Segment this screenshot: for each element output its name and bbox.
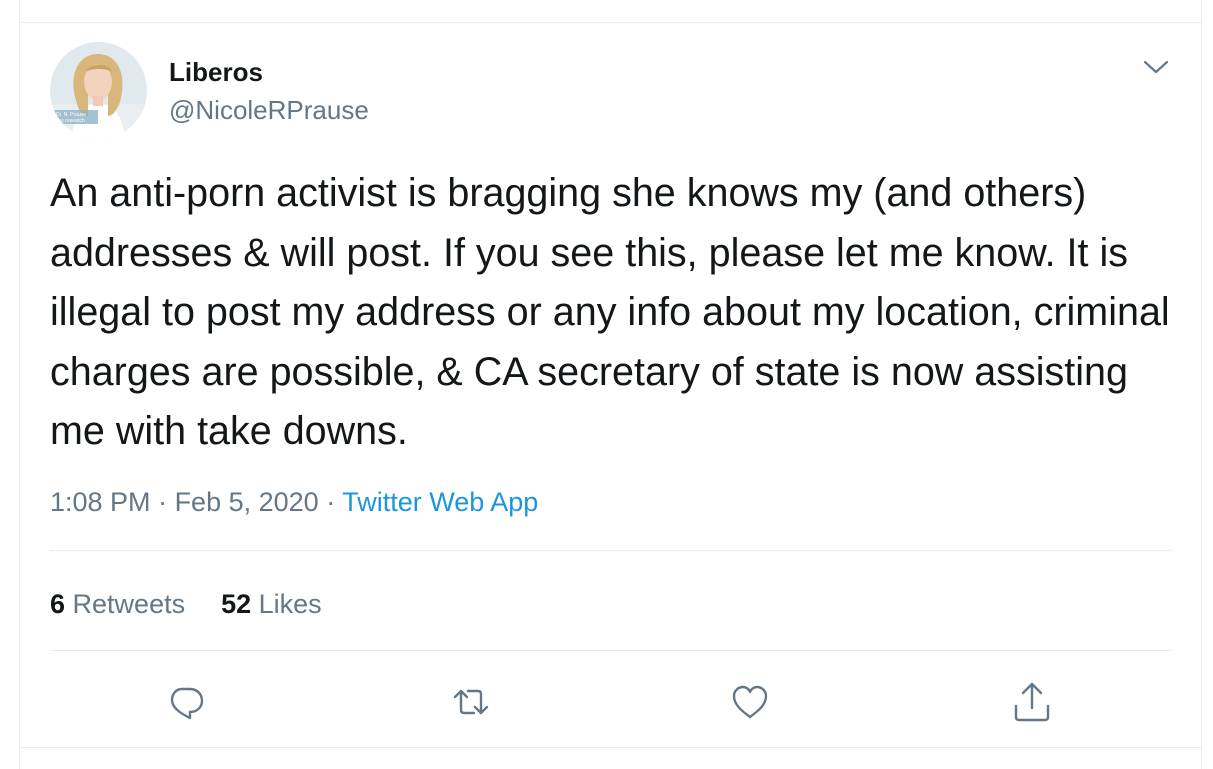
tweet-text: An anti-porn activist is bragging she kn… (50, 171, 1170, 453)
svg-text:sex research: sex research (56, 118, 85, 124)
retweet-icon (453, 689, 489, 715)
reply-icon (170, 687, 204, 720)
retweets-count: 6 (50, 589, 66, 619)
retweets-stat[interactable]: 6 Retweets (50, 586, 185, 622)
stats-top-divider (50, 550, 1172, 551)
like-button[interactable] (728, 680, 772, 724)
share-icon (1014, 682, 1050, 722)
likes-stat[interactable]: 52 Likes (221, 586, 322, 622)
tweet-source-link[interactable]: Twitter Web App (342, 487, 538, 517)
stats-bottom-divider (50, 650, 1172, 651)
tweet-stats: 6 Retweets 52 Likes (50, 586, 322, 622)
tweet-time[interactable]: 1:08 PM (50, 487, 151, 517)
meta-separator: · (150, 487, 175, 517)
top-divider (20, 22, 1201, 23)
likes-label: Likes (251, 589, 322, 619)
user-handle[interactable]: @NicoleRPrause (169, 93, 369, 127)
tweet-date[interactable]: Feb 5, 2020 (175, 487, 319, 517)
tweet-card: Dr. N. Prause sex research Liberos @Nico… (19, 0, 1202, 769)
meta-separator: · (318, 487, 343, 517)
user-display-name[interactable]: Liberos (169, 55, 263, 89)
likes-count: 52 (221, 589, 252, 619)
reply-button[interactable] (164, 680, 208, 724)
share-button[interactable] (1010, 680, 1054, 724)
retweet-button[interactable] (449, 680, 493, 724)
bottom-divider (20, 747, 1201, 748)
chevron-down-icon[interactable] (1138, 54, 1174, 80)
avatar[interactable]: Dr. N. Prause sex research (50, 42, 147, 139)
tweet-metadata: 1:08 PM · Feb 5, 2020 · Twitter Web App (50, 484, 538, 520)
profile-photo-icon: Dr. N. Prause sex research (50, 42, 147, 139)
retweets-label: Retweets (65, 589, 186, 619)
heart-icon (732, 685, 768, 719)
